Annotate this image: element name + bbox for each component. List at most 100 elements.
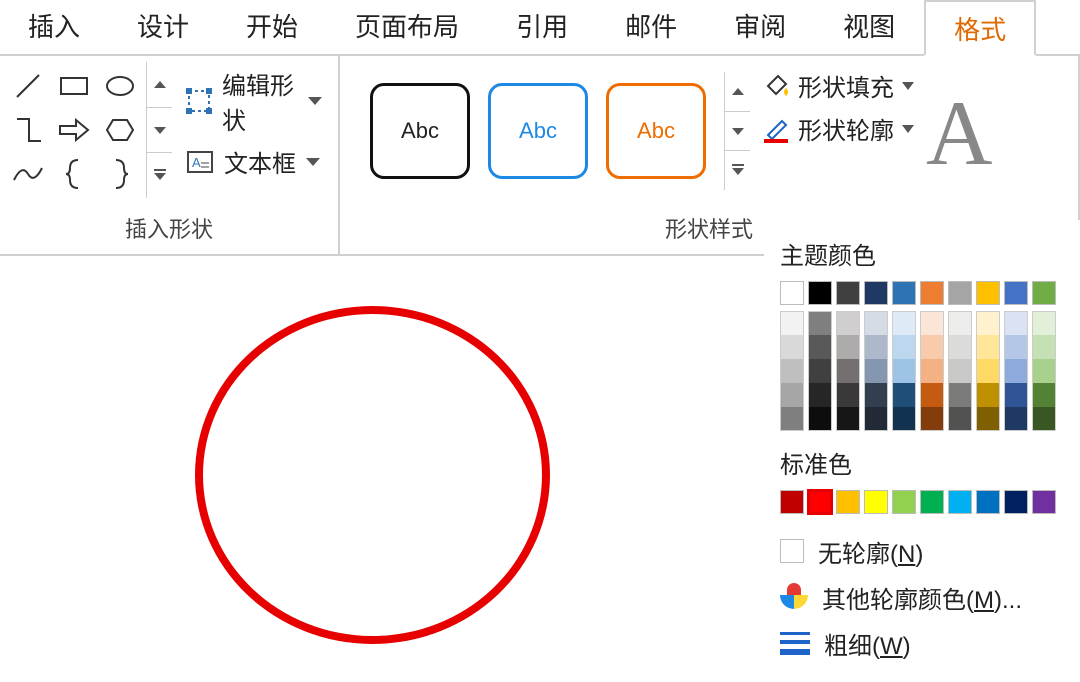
color-swatch[interactable]: [836, 281, 860, 305]
color-swatch[interactable]: [892, 281, 916, 305]
color-swatch[interactable]: [948, 383, 972, 407]
color-swatch[interactable]: [864, 407, 888, 431]
color-swatch[interactable]: [920, 490, 944, 514]
color-swatch[interactable]: [780, 490, 804, 514]
color-swatch[interactable]: [948, 359, 972, 383]
color-swatch[interactable]: [780, 311, 804, 335]
color-swatch[interactable]: [1004, 359, 1028, 383]
color-swatch[interactable]: [1004, 335, 1028, 359]
color-swatch[interactable]: [920, 335, 944, 359]
style-scroll-up[interactable]: [725, 72, 750, 112]
gallery-more[interactable]: [147, 153, 172, 198]
shape-style-1[interactable]: Abc: [370, 83, 470, 179]
style-scroll-down[interactable]: [725, 112, 750, 152]
shape-brace-right-icon[interactable]: [100, 154, 140, 194]
gallery-scroll-up[interactable]: [147, 62, 172, 108]
tab-view[interactable]: 视图: [815, 0, 924, 55]
color-swatch[interactable]: [780, 335, 804, 359]
color-swatch[interactable]: [892, 490, 916, 514]
tab-mail[interactable]: 邮件: [597, 0, 706, 55]
color-swatch[interactable]: [920, 407, 944, 431]
color-swatch[interactable]: [780, 407, 804, 431]
more-outline-colors-item[interactable]: 其他轮廓颜色(M)...: [780, 574, 1070, 620]
shape-arrow-icon[interactable]: [54, 110, 94, 150]
text-box-button[interactable]: A 文本框: [186, 144, 322, 179]
tab-home[interactable]: 开始: [218, 0, 327, 55]
color-swatch[interactable]: [1032, 335, 1056, 359]
color-swatch[interactable]: [976, 311, 1000, 335]
color-swatch[interactable]: [920, 383, 944, 407]
color-swatch[interactable]: [920, 311, 944, 335]
color-swatch[interactable]: [976, 383, 1000, 407]
color-swatch[interactable]: [864, 335, 888, 359]
no-outline-item[interactable]: 无轮廓(N): [780, 528, 1070, 574]
gallery-scroll-down[interactable]: [147, 108, 172, 154]
color-swatch[interactable]: [808, 383, 832, 407]
color-swatch[interactable]: [808, 359, 832, 383]
color-swatch[interactable]: [836, 335, 860, 359]
style-more[interactable]: [725, 151, 750, 190]
color-swatch[interactable]: [864, 281, 888, 305]
color-swatch[interactable]: [976, 490, 1000, 514]
tab-insert[interactable]: 插入: [0, 0, 109, 55]
shape-curve-icon[interactable]: [8, 154, 48, 194]
color-swatch[interactable]: [920, 281, 944, 305]
color-swatch[interactable]: [948, 490, 972, 514]
color-swatch[interactable]: [892, 335, 916, 359]
tab-design[interactable]: 设计: [109, 0, 218, 55]
color-swatch[interactable]: [808, 407, 832, 431]
shape-hexagon-icon[interactable]: [100, 110, 140, 150]
color-swatch[interactable]: [808, 281, 832, 305]
wordart-style-button[interactable]: A: [920, 62, 1006, 186]
shape-gallery[interactable]: [8, 62, 172, 198]
shape-fill-button[interactable]: 形状填充: [762, 68, 914, 103]
color-swatch[interactable]: [864, 383, 888, 407]
color-swatch[interactable]: [1004, 281, 1028, 305]
color-swatch[interactable]: [808, 311, 832, 335]
shape-line-icon[interactable]: [8, 66, 48, 106]
color-swatch[interactable]: [780, 383, 804, 407]
color-swatch[interactable]: [1004, 407, 1028, 431]
color-swatch[interactable]: [864, 359, 888, 383]
shape-outline-button[interactable]: 形状轮廓: [762, 111, 914, 146]
shape-style-2[interactable]: Abc: [488, 83, 588, 179]
color-swatch[interactable]: [836, 407, 860, 431]
color-swatch[interactable]: [892, 383, 916, 407]
color-swatch[interactable]: [976, 335, 1000, 359]
shape-rect-icon[interactable]: [54, 66, 94, 106]
color-swatch[interactable]: [1004, 490, 1028, 514]
shape-gallery-spinner[interactable]: [146, 62, 172, 198]
color-swatch[interactable]: [808, 335, 832, 359]
tab-references[interactable]: 引用: [488, 0, 597, 55]
color-swatch[interactable]: [892, 311, 916, 335]
outline-weight-item[interactable]: 粗细(W): [780, 620, 1070, 666]
color-swatch[interactable]: [836, 359, 860, 383]
color-swatch[interactable]: [780, 359, 804, 383]
color-swatch[interactable]: [1032, 490, 1056, 514]
color-swatch[interactable]: [864, 311, 888, 335]
color-swatch[interactable]: [892, 407, 916, 431]
color-swatch[interactable]: [948, 311, 972, 335]
color-swatch[interactable]: [1004, 383, 1028, 407]
shape-elbow-icon[interactable]: [8, 110, 48, 150]
color-swatch[interactable]: [1032, 383, 1056, 407]
color-swatch[interactable]: [864, 490, 888, 514]
color-swatch[interactable]: [1004, 311, 1028, 335]
color-swatch[interactable]: [836, 490, 860, 514]
color-swatch[interactable]: [1032, 359, 1056, 383]
color-swatch[interactable]: [976, 281, 1000, 305]
color-swatch[interactable]: [836, 311, 860, 335]
shape-ellipse-icon[interactable]: [100, 66, 140, 106]
color-swatch[interactable]: [948, 281, 972, 305]
color-swatch[interactable]: [892, 359, 916, 383]
style-gallery-spinner[interactable]: [724, 72, 750, 190]
tab-layout[interactable]: 页面布局: [327, 0, 488, 55]
shape-style-3[interactable]: Abc: [606, 83, 706, 179]
selected-circle-shape[interactable]: [195, 306, 550, 644]
color-swatch[interactable]: [808, 490, 832, 514]
shape-brace-left-icon[interactable]: [54, 154, 94, 194]
color-swatch[interactable]: [976, 359, 1000, 383]
tab-format[interactable]: 格式: [924, 0, 1036, 56]
color-swatch[interactable]: [1032, 311, 1056, 335]
color-swatch[interactable]: [836, 383, 860, 407]
